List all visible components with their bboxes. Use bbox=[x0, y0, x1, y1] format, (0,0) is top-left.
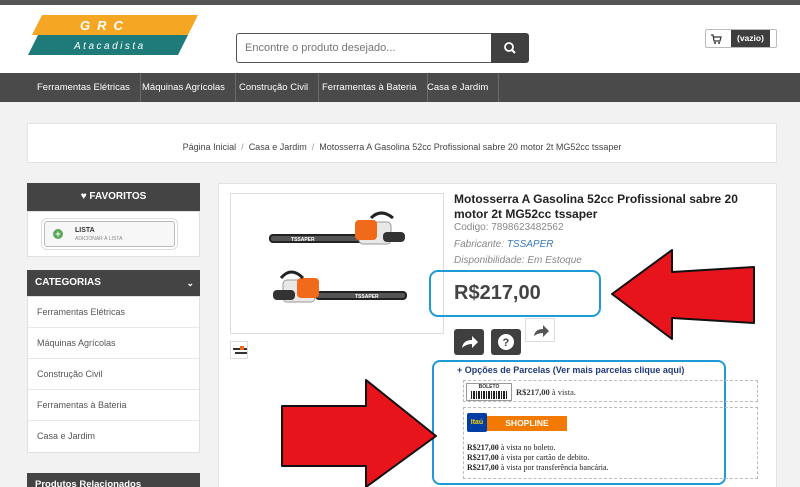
favorites-title: FAVORITOS bbox=[89, 191, 147, 202]
nav-item-casa-jardim[interactable]: Casa e Jardim bbox=[417, 73, 500, 102]
svg-text:Atacadista: Atacadista bbox=[73, 41, 146, 52]
share-icon bbox=[534, 325, 549, 337]
search-icon bbox=[504, 42, 516, 54]
add-to-list-button[interactable]: + LISTA ADICIONAR À LISTA bbox=[44, 221, 175, 247]
nav-item-construcao-civil[interactable]: Construção Civil bbox=[229, 73, 320, 102]
red-arrow-pointing-left-price bbox=[611, 249, 755, 340]
product-title: Motosserra A Gasolina 52cc Profissional … bbox=[454, 192, 738, 221]
svg-text:?: ? bbox=[503, 337, 510, 349]
category-maquinas-agricolas[interactable]: Máquinas Agrícolas bbox=[28, 328, 199, 359]
chainsaw-thumbnail-icon bbox=[233, 346, 247, 354]
category-casa-jardim[interactable]: Casa e Jardim bbox=[28, 421, 199, 452]
boleto-logo: BOLETO bbox=[466, 383, 512, 401]
product-thumbnail[interactable] bbox=[230, 341, 248, 359]
grc-logo[interactable]: GRC Atacadista bbox=[28, 15, 198, 55]
boleto-price: R$217,00 à vista. bbox=[516, 387, 576, 397]
svg-text:GRC: GRC bbox=[80, 18, 130, 33]
svg-text:TSSAPER: TSSAPER bbox=[355, 294, 379, 300]
barcode-icon bbox=[471, 391, 507, 399]
breadcrumb: Página Inicial / Casa e Jardim / Motosserra … bbox=[27, 123, 777, 163]
nav-item-maquinas-agricolas[interactable]: Máquinas Agrícolas bbox=[132, 73, 236, 102]
availability-label: Disponibilidade: bbox=[454, 255, 525, 266]
category-construcao-civil[interactable]: Construção Civil bbox=[28, 359, 199, 390]
breadcrumb-home[interactable]: Página Inicial bbox=[183, 142, 237, 152]
chevron-down-icon: ⌄ bbox=[186, 278, 194, 288]
red-arrow-pointing-right-installments bbox=[281, 379, 437, 487]
favorites-panel: + LISTA ADICIONAR À LISTA bbox=[27, 211, 200, 257]
product-price: R$217,00 bbox=[454, 282, 541, 304]
product-code: Codigo: 7898623482562 bbox=[454, 222, 564, 233]
breadcrumb-category[interactable]: Casa e Jardim bbox=[249, 142, 307, 152]
categories-list: Ferramentas Elétricas Máquinas Agrícolas… bbox=[27, 296, 200, 453]
related-products-header: Produtos Relacionados bbox=[27, 473, 200, 487]
help-button[interactable]: ? bbox=[491, 329, 521, 355]
share-button[interactable] bbox=[525, 318, 555, 342]
cart-label: (vazio) bbox=[731, 30, 770, 47]
categories-header[interactable]: CATEGORIAS ⌄ bbox=[27, 270, 200, 296]
shopline-badge: SHOPLINE bbox=[487, 416, 567, 431]
category-ferramentas-eletricas[interactable]: Ferramentas Elétricas bbox=[28, 297, 199, 328]
product-availability: Disponibilidade: Em Estoque bbox=[454, 255, 582, 266]
cart-icon bbox=[711, 34, 722, 44]
search-input[interactable] bbox=[236, 33, 492, 63]
svg-text:TSSAPER: TSSAPER bbox=[291, 237, 315, 243]
itau-line-debito: R$217,00 à vista por cartão de debito. bbox=[467, 453, 590, 462]
availability-value: Em Estoque bbox=[527, 255, 582, 266]
question-icon: ? bbox=[498, 334, 514, 350]
share-forward-button[interactable] bbox=[454, 329, 484, 355]
heart-icon: ♥ bbox=[80, 191, 87, 202]
product-maker: Fabricante: TSSAPER bbox=[454, 239, 554, 250]
lista-label: LISTA bbox=[75, 227, 95, 234]
breadcrumb-separator: / bbox=[311, 142, 315, 152]
main-nav: Ferramentas Elétricas Máquinas Agrícolas… bbox=[0, 73, 800, 102]
cart-button[interactable]: (vazio) bbox=[705, 29, 777, 48]
plus-icon: + bbox=[53, 229, 63, 239]
lista-sublabel: ADICIONAR À LISTA bbox=[75, 236, 123, 242]
itau-line-boleto: R$217,00 à vista no boleto. bbox=[467, 443, 556, 452]
installments-toggle[interactable]: + Opções de Parcelas (Ver mais parcelas … bbox=[457, 365, 684, 375]
code-value: 7898623482562 bbox=[491, 222, 564, 233]
forward-arrow-icon bbox=[462, 336, 478, 348]
maker-label: Fabricante: bbox=[454, 239, 505, 250]
breadcrumb-separator: / bbox=[241, 142, 244, 152]
boleto-amount: R$217,00 bbox=[516, 387, 550, 397]
maker-link[interactable]: TSSAPER bbox=[507, 239, 554, 250]
favorites-header: ♥ FAVORITOS bbox=[27, 183, 200, 211]
nav-item-ferramentas-bateria[interactable]: Ferramentas à Bateria bbox=[312, 73, 428, 102]
nav-item-ferramentas-eletricas[interactable]: Ferramentas Elétricas bbox=[27, 73, 141, 102]
boleto-logo-label: BOLETO bbox=[478, 384, 500, 390]
code-label: Codigo: bbox=[454, 222, 489, 233]
boleto-suffix: à vista. bbox=[551, 387, 576, 397]
chainsaw-image: TSSAPER TSSAPER bbox=[269, 211, 407, 303]
itau-line-transferencia: R$217,00 à vista por transferência bancá… bbox=[467, 463, 609, 472]
search-button[interactable] bbox=[491, 33, 529, 63]
breadcrumb-current: Motosserra A Gasolina 52cc Profissional … bbox=[319, 142, 622, 152]
categories-title: CATEGORIAS bbox=[35, 277, 101, 288]
product-image[interactable]: TSSAPER TSSAPER bbox=[230, 193, 444, 334]
itau-logo: Itaú bbox=[467, 413, 487, 432]
category-ferramentas-bateria[interactable]: Ferramentas à Bateria bbox=[28, 390, 199, 421]
